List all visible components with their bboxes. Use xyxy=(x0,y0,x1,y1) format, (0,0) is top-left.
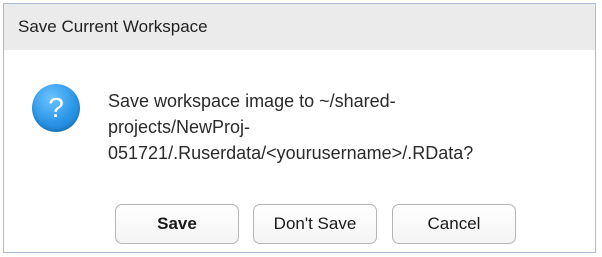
dont-save-button[interactable]: Don't Save xyxy=(253,204,377,244)
dialog-message: Save workspace image to ~/shared- projec… xyxy=(108,88,503,166)
dialog-body: ? Save workspace image to ~/shared- proj… xyxy=(4,50,595,252)
save-workspace-dialog: Save Current Workspace ? Save workspace … xyxy=(3,3,596,253)
dialog-button-row: Save Don't Save Cancel xyxy=(4,204,595,244)
dialog-title: Save Current Workspace xyxy=(18,17,208,36)
cancel-button[interactable]: Cancel xyxy=(392,204,516,244)
message-line-2: projects/NewProj- xyxy=(108,117,251,137)
message-line-1: Save workspace image to ~/shared- xyxy=(108,91,396,111)
question-icon-glyph: ? xyxy=(48,92,64,123)
message-line-3: 051721/.Ruserdata/<yourusername>/.RData? xyxy=(108,143,474,163)
save-button[interactable]: Save xyxy=(115,204,239,244)
question-icon: ? xyxy=(32,84,80,132)
dialog-titlebar[interactable]: Save Current Workspace xyxy=(4,4,595,50)
